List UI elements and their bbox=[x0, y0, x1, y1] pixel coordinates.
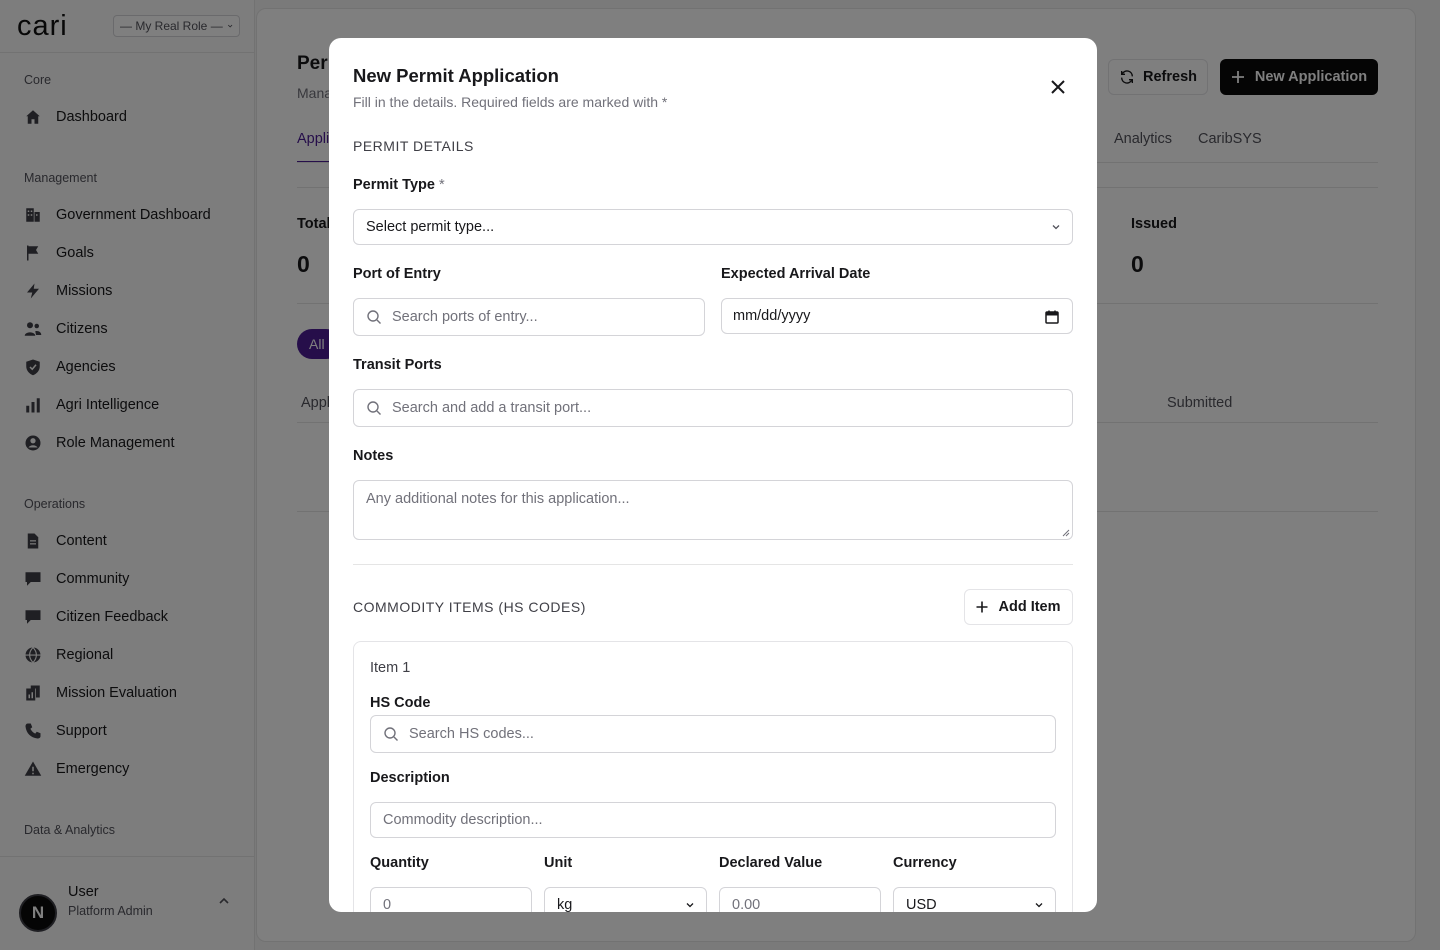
port-of-entry-search[interactable]: Search ports of entry... bbox=[353, 298, 705, 336]
description-placeholder: Commodity description... bbox=[383, 812, 543, 828]
search-icon bbox=[367, 310, 381, 324]
unit-select[interactable]: kg bbox=[544, 887, 707, 912]
quantity-label: Quantity bbox=[370, 855, 429, 871]
hs-code-placeholder: Search HS codes... bbox=[409, 726, 534, 742]
unit-label: Unit bbox=[544, 855, 573, 871]
arrival-date-label: Expected Arrival Date bbox=[721, 266, 871, 282]
section-divider bbox=[353, 564, 1073, 565]
hs-code-label: HS Code bbox=[370, 695, 431, 711]
declared-value-input[interactable]: 0.00 bbox=[719, 887, 881, 912]
add-item-button-label: Add Item bbox=[998, 599, 1061, 615]
hs-code-search[interactable]: Search HS codes... bbox=[370, 715, 1056, 753]
permit-type-select[interactable]: Select permit type... bbox=[353, 209, 1073, 245]
modal-subtitle: Fill in the details. Required fields are… bbox=[353, 94, 668, 110]
resize-handle-icon[interactable] bbox=[1062, 529, 1070, 537]
required-mark: * bbox=[438, 177, 445, 193]
commodity-item-card: Item 1 HS Code Search HS codes... Descri… bbox=[353, 641, 1073, 912]
declared-value-placeholder: 0.00 bbox=[732, 897, 761, 912]
arrival-date-value: mm/dd/yyyy bbox=[733, 308, 811, 324]
declared-value-label: Declared Value bbox=[719, 855, 823, 871]
notes-textarea[interactable]: Any additional notes for this applicatio… bbox=[353, 480, 1073, 540]
description-input[interactable]: Commodity description... bbox=[370, 802, 1056, 838]
permit-details-heading: PERMIT DETAILS bbox=[353, 138, 474, 154]
calendar-icon[interactable] bbox=[1045, 310, 1059, 324]
description-label: Description bbox=[370, 770, 450, 786]
transit-ports-label: Transit Ports bbox=[353, 357, 442, 373]
modal-title: New Permit Application bbox=[353, 65, 559, 86]
chevron-down-icon bbox=[686, 903, 694, 908]
quantity-input[interactable]: 0 bbox=[370, 887, 532, 912]
search-icon bbox=[367, 401, 381, 415]
notes-label: Notes bbox=[353, 448, 394, 464]
commodity-items-heading: COMMODITY ITEMS (HS CODES) bbox=[353, 599, 586, 615]
search-icon bbox=[384, 727, 398, 741]
currency-value: USD bbox=[906, 897, 937, 912]
chevron-down-icon bbox=[1052, 225, 1060, 230]
currency-label: Currency bbox=[893, 855, 957, 871]
plus-icon bbox=[976, 601, 988, 613]
add-item-button[interactable]: Add Item bbox=[964, 589, 1073, 625]
transit-ports-placeholder: Search and add a transit port... bbox=[392, 400, 592, 416]
port-of-entry-placeholder: Search ports of entry... bbox=[392, 309, 538, 325]
permit-type-value: Select permit type... bbox=[366, 219, 495, 235]
new-permit-modal: New Permit Application Fill in the detai… bbox=[329, 38, 1097, 912]
item-title: Item 1 bbox=[370, 660, 411, 676]
chevron-down-icon bbox=[1035, 903, 1043, 908]
notes-placeholder: Any additional notes for this applicatio… bbox=[366, 491, 630, 507]
quantity-placeholder: 0 bbox=[383, 897, 392, 912]
transit-ports-search[interactable]: Search and add a transit port... bbox=[353, 389, 1073, 427]
permit-type-label: Permit Type * bbox=[353, 177, 445, 193]
arrival-date-input[interactable]: mm/dd/yyyy bbox=[721, 298, 1073, 334]
port-of-entry-label: Port of Entry bbox=[353, 266, 441, 282]
currency-select[interactable]: USD bbox=[893, 887, 1056, 912]
unit-value: kg bbox=[557, 897, 573, 912]
close-icon[interactable] bbox=[1049, 78, 1067, 96]
